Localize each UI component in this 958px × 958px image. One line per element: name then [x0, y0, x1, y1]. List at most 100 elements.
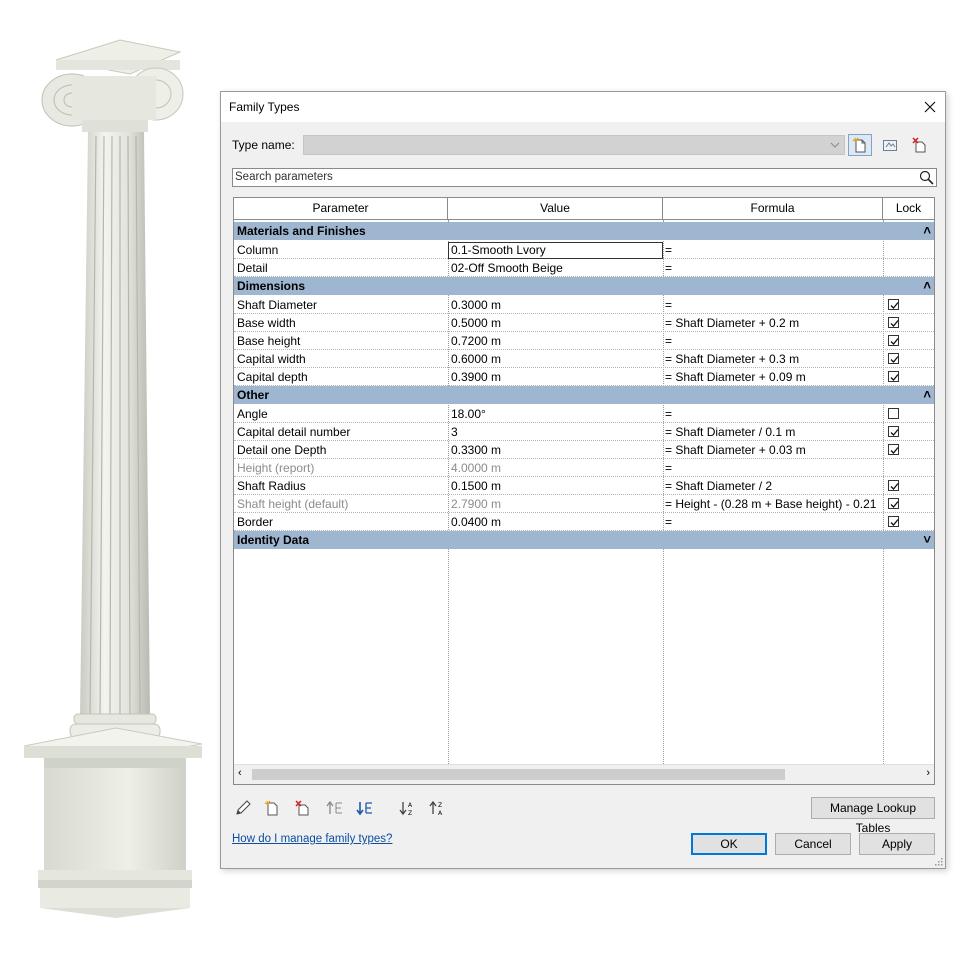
parameter-row[interactable]: Detail 02-Off Smooth Beige = — [234, 259, 934, 277]
title-bar: Family Types — [221, 92, 945, 122]
parameter-row[interactable]: Shaft Diameter 0.3000 m = — [234, 296, 934, 314]
parameter-formula[interactable]: = — [665, 332, 883, 349]
manage-lookup-tables-button[interactable]: Manage Lookup Tables — [811, 797, 935, 835]
ok-button[interactable]: OK — [691, 833, 767, 855]
parameter-row[interactable]: Capital depth 0.3900 m = Shaft Diameter + … — [234, 368, 934, 386]
lock-checkbox[interactable] — [888, 371, 899, 382]
lock-checkbox[interactable] — [888, 498, 899, 509]
column-header-parameter[interactable]: Parameter — [234, 198, 448, 219]
edit-parameter-button[interactable] — [232, 797, 254, 819]
lock-checkbox[interactable] — [888, 408, 899, 419]
help-link[interactable]: How do I manage family types? — [232, 833, 392, 845]
search-input[interactable]: Search parameters — [232, 168, 937, 187]
parameter-formula[interactable]: = Shaft Diameter + 0.3 m — [665, 350, 883, 367]
delete-parameter-button[interactable] — [292, 797, 314, 819]
search-icon[interactable] — [919, 170, 934, 185]
sort-descending-button[interactable]: ZA — [427, 797, 449, 819]
group-header[interactable]: Dimensions ˄ — [234, 277, 934, 295]
delete-type-icon — [912, 137, 926, 153]
parameter-row[interactable]: Shaft Radius 0.1500 m = Shaft Diameter / 2 — [234, 477, 934, 495]
parameter-row[interactable]: Base height 0.7200 m = — [234, 332, 934, 350]
parameter-row[interactable]: Height (report) 4.0000 m = — [234, 459, 934, 477]
checkmark-path — [890, 302, 899, 309]
type-name-combo[interactable] — [303, 135, 845, 155]
parameter-formula[interactable]: = — [665, 405, 883, 422]
group-header[interactable]: Materials and Finishes ˄ — [234, 222, 934, 240]
parameter-row[interactable]: Border 0.0400 m = — [234, 513, 934, 531]
collapse-chevron-icon[interactable]: ˄ — [923, 386, 931, 404]
parameter-formula[interactable]: = — [665, 241, 883, 258]
delete-type-button[interactable] — [908, 134, 932, 156]
collapse-chevron-icon[interactable]: ˄ — [923, 222, 931, 240]
column-header-value[interactable]: Value — [448, 198, 663, 219]
parameter-value[interactable]: 0.1500 m — [451, 477, 661, 494]
group-header[interactable]: Identity Data ˅ — [234, 531, 934, 549]
parameter-row[interactable]: Capital detail number 3 = Shaft Diameter /… — [234, 423, 934, 441]
parameter-value[interactable]: 3 — [451, 423, 661, 440]
parameter-formula[interactable]: = — [665, 513, 883, 530]
parameter-formula[interactable]: = Shaft Diameter / 0.1 m — [665, 423, 883, 440]
parameter-formula[interactable]: = — [665, 459, 883, 476]
column-header-formula[interactable]: Formula — [663, 198, 883, 219]
parameter-value[interactable]: 0.5000 m — [451, 314, 661, 331]
parameter-name: Detail — [237, 261, 268, 275]
close-button[interactable] — [915, 92, 945, 122]
lock-checkbox[interactable] — [888, 317, 899, 328]
svg-text:Z: Z — [438, 802, 442, 809]
parameter-value[interactable]: 18.00° — [451, 405, 661, 422]
lock-checkbox[interactable] — [888, 444, 899, 455]
expand-chevron-icon[interactable]: ˅ — [923, 531, 931, 549]
lock-checkbox[interactable] — [888, 353, 899, 364]
parameter-row[interactable]: Capital width 0.6000 m = Shaft Diameter + … — [234, 350, 934, 368]
lock-checkbox[interactable] — [888, 516, 899, 527]
column-header-lock[interactable]: Lock — [883, 198, 934, 219]
move-up-button[interactable] — [324, 797, 346, 819]
lock-checkbox[interactable] — [888, 426, 899, 437]
move-down-button[interactable] — [354, 797, 376, 819]
scrollbar-thumb[interactable] — [252, 769, 785, 780]
cancel-button[interactable]: Cancel — [775, 833, 851, 855]
new-type-button[interactable] — [848, 134, 872, 156]
apply-button[interactable]: Apply — [859, 833, 935, 855]
parameter-row[interactable]: Shaft height (default) 2.7900 m = Height -… — [234, 495, 934, 513]
parameter-formula[interactable]: = Shaft Diameter + 0.09 m — [665, 368, 883, 385]
sort-ascending-icon: AZ — [399, 802, 413, 816]
parameter-formula[interactable]: = Shaft Diameter + 0.03 m — [665, 441, 883, 458]
parameter-value[interactable]: 0.3900 m — [451, 368, 661, 385]
lock-checkbox[interactable] — [888, 480, 899, 491]
parameter-value[interactable]: 0.6000 m — [451, 350, 661, 367]
parameter-value[interactable]: 0.3300 m — [451, 441, 661, 458]
sort-ascending-button[interactable]: AZ — [397, 797, 419, 819]
horizontal-scrollbar[interactable]: ‹ › — [234, 764, 934, 784]
rename-type-button[interactable] — [878, 134, 902, 156]
parameter-row[interactable]: Base width 0.5000 m = Shaft Diameter + 0.2… — [234, 314, 934, 332]
parameter-row[interactable]: Detail one Depth 0.3300 m = Shaft Diameter… — [234, 441, 934, 459]
scroll-right-icon[interactable]: › — [926, 767, 930, 779]
parameter-value[interactable]: 0.3000 m — [451, 296, 661, 313]
parameter-formula[interactable]: = Shaft Diameter + 0.2 m — [665, 314, 883, 331]
parameter-value[interactable]: 0.1-Smooth Lvory — [448, 242, 663, 259]
parameter-formula[interactable]: = Shaft Diameter / 2 — [665, 477, 883, 494]
parameter-name: Capital detail number — [237, 425, 351, 439]
parameter-row[interactable]: Column 0.1-Smooth Lvory = — [234, 241, 934, 259]
parameter-formula[interactable]: = Height - (0.28 m + Base height) - 0.21 — [665, 495, 883, 512]
parameter-row[interactable]: Angle 18.00° = — [234, 405, 934, 423]
checkmark-path — [890, 501, 899, 508]
group-header-label: Identity Data — [237, 533, 310, 547]
parameter-value[interactable]: 4.0000 m — [451, 459, 661, 476]
parameter-formula[interactable]: = — [665, 259, 883, 276]
lock-checkbox[interactable] — [888, 299, 899, 310]
parameter-value[interactable]: 02-Off Smooth Beige — [451, 259, 661, 276]
collapse-chevron-icon[interactable]: ˄ — [923, 277, 931, 295]
parameter-value[interactable]: 0.0400 m — [451, 513, 661, 530]
group-header[interactable]: Other ˄ — [234, 386, 934, 404]
checkmark-icon — [890, 302, 899, 309]
resize-grip-icon[interactable] — [933, 856, 943, 866]
checkmark-icon — [890, 338, 899, 345]
new-parameter-button[interactable] — [261, 797, 283, 819]
parameter-value[interactable]: 2.7900 m — [451, 495, 661, 512]
scroll-left-icon[interactable]: ‹ — [238, 767, 242, 779]
lock-checkbox[interactable] — [888, 335, 899, 346]
parameter-value[interactable]: 0.7200 m — [451, 332, 661, 349]
parameter-formula[interactable]: = — [665, 296, 883, 313]
